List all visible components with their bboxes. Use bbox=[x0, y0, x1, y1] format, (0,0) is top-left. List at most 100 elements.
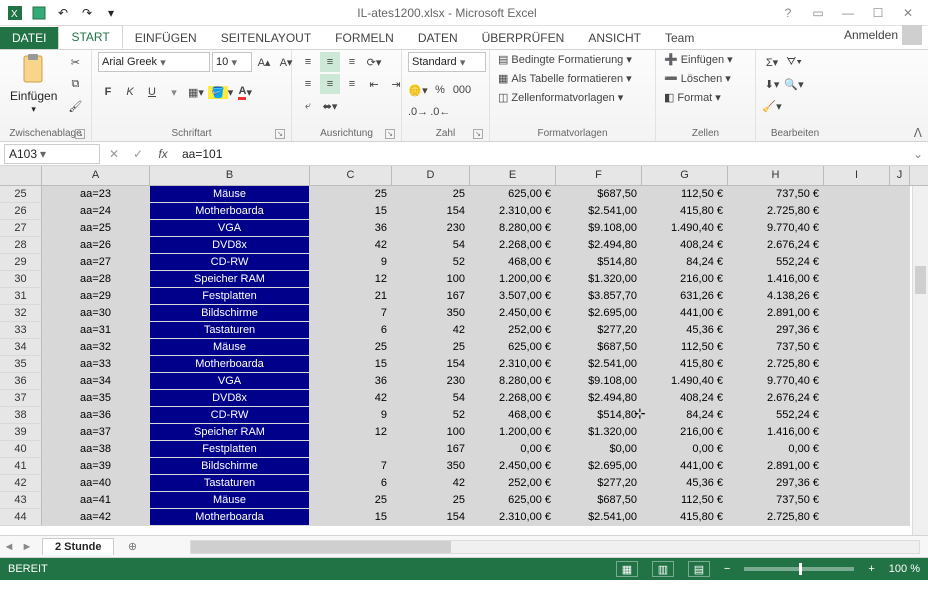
cell[interactable]: $1.320,00 bbox=[556, 271, 642, 288]
cell[interactable] bbox=[890, 203, 910, 220]
cell[interactable]: $2.695,00 bbox=[556, 458, 642, 475]
cell[interactable]: aa=39 bbox=[42, 458, 150, 475]
view-normal-icon[interactable]: ▦ bbox=[616, 561, 638, 577]
cell[interactable]: 112,50 € bbox=[642, 492, 728, 509]
row-header[interactable]: 36 bbox=[0, 373, 42, 390]
close-icon[interactable]: ✕ bbox=[894, 3, 922, 23]
row-header[interactable]: 35 bbox=[0, 356, 42, 373]
cell[interactable] bbox=[824, 458, 890, 475]
cell[interactable]: 154 bbox=[392, 356, 470, 373]
cell[interactable]: 12 bbox=[310, 424, 392, 441]
cancel-formula-icon[interactable]: ✕ bbox=[102, 147, 126, 161]
horizontal-scrollbar[interactable] bbox=[190, 540, 920, 554]
cell[interactable]: 167 bbox=[392, 441, 470, 458]
cell[interactable]: 2.268,00 € bbox=[470, 237, 556, 254]
cell[interactable]: 112,50 € bbox=[642, 186, 728, 203]
cell[interactable]: 1.200,00 € bbox=[470, 424, 556, 441]
cell[interactable]: 45,36 € bbox=[642, 322, 728, 339]
cell[interactable]: 468,00 € bbox=[470, 254, 556, 271]
minimize-icon[interactable]: — bbox=[834, 3, 862, 23]
increase-font-icon[interactable]: A▴ bbox=[254, 52, 274, 72]
cell[interactable] bbox=[890, 305, 910, 322]
conditional-formatting-button[interactable]: ▤Bedingte Formatierung ▾ bbox=[496, 52, 634, 67]
column-header[interactable]: F bbox=[556, 166, 642, 185]
cell[interactable] bbox=[824, 373, 890, 390]
cell[interactable]: 7 bbox=[310, 458, 392, 475]
tab-ueberpruefen[interactable]: ÜBERPRÜFEN bbox=[470, 27, 577, 49]
cell[interactable]: $0,00 bbox=[556, 441, 642, 458]
cell[interactable]: 12 bbox=[310, 271, 392, 288]
format-as-table-button[interactable]: ▦Als Tabelle formatieren ▾ bbox=[496, 71, 634, 86]
cell[interactable]: 45,36 € bbox=[642, 475, 728, 492]
cell[interactable]: DVD8x bbox=[150, 237, 310, 254]
cell[interactable]: Speicher RAM bbox=[150, 271, 310, 288]
spreadsheet-grid[interactable]: ABCDEFGHIJ 25aa=23Mäuse2525625,00 €$687,… bbox=[0, 166, 928, 536]
sort-filter-icon[interactable]: ᗊ▾ bbox=[784, 52, 804, 72]
qat-customize-icon[interactable]: ▾ bbox=[102, 4, 120, 22]
cell[interactable] bbox=[890, 458, 910, 475]
cell[interactable]: 100 bbox=[392, 424, 470, 441]
cell[interactable]: aa=27 bbox=[42, 254, 150, 271]
cell[interactable]: aa=30 bbox=[42, 305, 150, 322]
cell[interactable]: 2.450,00 € bbox=[470, 305, 556, 322]
cell[interactable] bbox=[824, 271, 890, 288]
cell[interactable]: $3.857,70 bbox=[556, 288, 642, 305]
cell[interactable]: 84,24 € bbox=[642, 407, 728, 424]
cell[interactable]: 737,50 € bbox=[728, 339, 824, 356]
cell[interactable]: 0,00 € bbox=[470, 441, 556, 458]
font-size-select[interactable]: 10▾ bbox=[212, 52, 252, 72]
cell[interactable]: 1.416,00 € bbox=[728, 424, 824, 441]
vertical-scrollbar[interactable] bbox=[912, 186, 928, 535]
tab-seitenlayout[interactable]: SEITENLAYOUT bbox=[209, 27, 323, 49]
cell[interactable]: 154 bbox=[392, 509, 470, 526]
cell[interactable] bbox=[824, 356, 890, 373]
cell[interactable] bbox=[890, 492, 910, 509]
cut-icon[interactable]: ✂ bbox=[65, 52, 85, 72]
decrease-indent-icon[interactable]: ⇤ bbox=[364, 74, 384, 94]
sheet-tab[interactable]: 2 Stunde bbox=[42, 538, 114, 555]
cell[interactable]: aa=28 bbox=[42, 271, 150, 288]
cell[interactable]: $2.541,00 bbox=[556, 203, 642, 220]
cell[interactable]: aa=26 bbox=[42, 237, 150, 254]
name-box[interactable]: A103▾ bbox=[4, 144, 100, 164]
column-header[interactable]: A bbox=[42, 166, 150, 185]
maximize-icon[interactable]: ☐ bbox=[864, 3, 892, 23]
cell[interactable]: 9.770,40 € bbox=[728, 373, 824, 390]
cell[interactable]: 468,00 € bbox=[470, 407, 556, 424]
sheet-nav-prev-icon[interactable]: ◄ bbox=[0, 541, 18, 553]
cell[interactable] bbox=[890, 475, 910, 492]
cell[interactable]: 9.770,40 € bbox=[728, 220, 824, 237]
cell[interactable]: Mäuse bbox=[150, 339, 310, 356]
font-color-icon[interactable]: A▾ bbox=[235, 82, 255, 102]
cell[interactable]: 625,00 € bbox=[470, 186, 556, 203]
cell[interactable]: aa=35 bbox=[42, 390, 150, 407]
cell[interactable]: 4.138,26 € bbox=[728, 288, 824, 305]
cell[interactable]: 112,50 € bbox=[642, 339, 728, 356]
dialog-launcher-icon[interactable]: ↘ bbox=[473, 129, 483, 139]
row-header[interactable]: 29 bbox=[0, 254, 42, 271]
align-top-icon[interactable]: ≡ bbox=[298, 52, 318, 72]
cell[interactable]: $687,50 bbox=[556, 339, 642, 356]
cell[interactable]: $9.108,00 bbox=[556, 220, 642, 237]
row-header[interactable]: 28 bbox=[0, 237, 42, 254]
cell[interactable]: 8.280,00 € bbox=[470, 220, 556, 237]
zoom-in-icon[interactable]: + bbox=[868, 563, 874, 575]
help-icon[interactable]: ? bbox=[774, 3, 802, 23]
cell[interactable]: 25 bbox=[392, 492, 470, 509]
cell[interactable]: 2.310,00 € bbox=[470, 356, 556, 373]
cell[interactable]: 2.725,80 € bbox=[728, 356, 824, 373]
cell[interactable]: 15 bbox=[310, 509, 392, 526]
cell[interactable]: $2.494,80 bbox=[556, 237, 642, 254]
increase-decimal-icon[interactable]: .0→ bbox=[408, 102, 428, 122]
view-page-layout-icon[interactable]: ▥ bbox=[652, 561, 674, 577]
tab-daten[interactable]: DATEN bbox=[406, 27, 470, 49]
cell[interactable]: 167 bbox=[392, 288, 470, 305]
cell[interactable]: 25 bbox=[392, 186, 470, 203]
cell[interactable]: 2.725,80 € bbox=[728, 509, 824, 526]
tab-ansicht[interactable]: ANSICHT bbox=[576, 27, 653, 49]
cell[interactable] bbox=[890, 220, 910, 237]
row-header[interactable]: 42 bbox=[0, 475, 42, 492]
cell-styles-button[interactable]: ◫Zellenformatvorlagen ▾ bbox=[496, 90, 625, 105]
decrease-decimal-icon[interactable]: .0← bbox=[430, 102, 450, 122]
cell[interactable]: $514,80 bbox=[556, 407, 642, 424]
